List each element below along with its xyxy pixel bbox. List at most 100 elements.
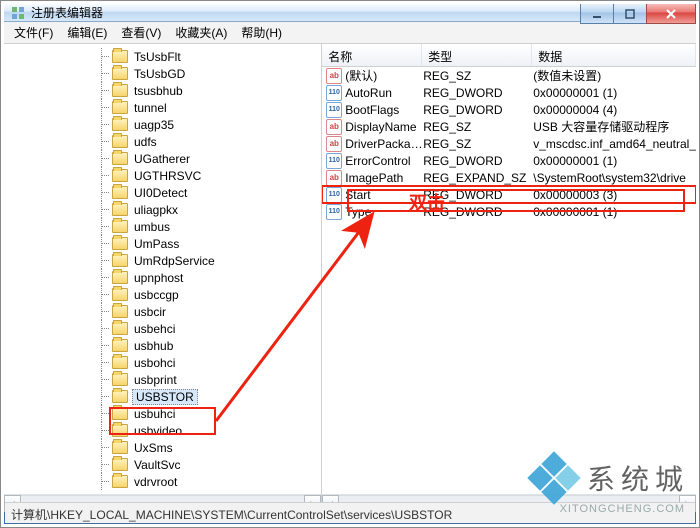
close-button[interactable]: [646, 4, 696, 24]
cell-type: REG_DWORD: [423, 86, 533, 100]
tree-item[interactable]: tunnel: [4, 99, 321, 116]
list-row[interactable]: TypeREG_DWORD0x00000001 (1): [322, 203, 696, 220]
column-header-data[interactable]: 数据: [532, 44, 696, 66]
titlebar[interactable]: 注册表编辑器: [4, 4, 696, 22]
menu-item[interactable]: 收藏夹(A): [169, 22, 233, 43]
cell-type: REG_DWORD: [423, 205, 533, 219]
folder-icon: [112, 220, 128, 233]
string-value-icon: [326, 68, 342, 84]
list-row[interactable]: DriverPackageIdREG_SZv_mscdsc.inf_amd64_…: [322, 135, 696, 152]
folder-icon: [112, 203, 128, 216]
cell-data: 0x00000001 (1): [533, 154, 696, 168]
tree-label: upnphost: [132, 270, 187, 285]
tree-item[interactable]: uliagpkx: [4, 201, 321, 218]
menu-item[interactable]: 文件(F): [8, 22, 59, 43]
list-row[interactable]: ImagePathREG_EXPAND_SZ\SystemRoot\system…: [322, 169, 696, 186]
folder-icon: [112, 475, 128, 488]
tree-item[interactable]: usbehci: [4, 320, 321, 337]
tree-item[interactable]: usbccgp: [4, 286, 321, 303]
tree-label: umbus: [132, 219, 174, 234]
tree-label: udfs: [132, 134, 161, 149]
cell-data: USB 大容量存储驱动程序: [533, 118, 696, 135]
cell-type: REG_SZ: [423, 69, 533, 83]
tree-item[interactable]: TsUsbFlt: [4, 48, 321, 65]
window-inner: 注册表编辑器 文件(F)编辑(E)查看(V)收藏夹(A)帮助(H) TsUsbF…: [4, 4, 696, 502]
tree-item[interactable]: UGTHRSVC: [4, 167, 321, 184]
list-row[interactable]: (默认)REG_SZ(数值未设置): [322, 67, 696, 84]
tree-item[interactable]: TsUsbGD: [4, 65, 321, 82]
tree-label: UGatherer: [132, 151, 194, 166]
tree-pane: TsUsbFltTsUsbGDtsusbhubtunneluagp35udfs U…: [4, 44, 322, 511]
cell-data: v_mscdsc.inf_amd64_neutral_: [533, 137, 696, 151]
tree-label: UI0Detect: [132, 185, 191, 200]
tree-view[interactable]: TsUsbFltTsUsbGDtsusbhubtunneluagp35udfs U…: [4, 44, 321, 494]
list-row[interactable]: StartREG_DWORD0x00000003 (3): [322, 186, 696, 203]
maximize-button[interactable]: [613, 4, 647, 24]
folder-icon: [112, 67, 128, 80]
tree-label: usbvideo: [132, 423, 186, 438]
folder-icon: [112, 356, 128, 369]
tree-label: USBSTOR: [132, 389, 198, 405]
folder-icon: [112, 424, 128, 437]
column-header-name[interactable]: 名称: [322, 44, 422, 66]
tree-item[interactable]: upnphost: [4, 269, 321, 286]
string-value-icon: [326, 119, 342, 135]
folder-icon: [112, 237, 128, 250]
tree-item[interactable]: umbus: [4, 218, 321, 235]
tree-item[interactable]: VaultSvc: [4, 456, 321, 473]
folder-icon: [112, 322, 128, 335]
tree-item[interactable]: usbprint: [4, 371, 321, 388]
client-area: TsUsbFltTsUsbGDtsusbhubtunneluagp35udfs U…: [4, 44, 696, 511]
tree-label: uliagpkx: [132, 202, 182, 217]
folder-icon: [112, 288, 128, 301]
app-window: 注册表编辑器 文件(F)编辑(E)查看(V)收藏夹(A)帮助(H) TsUsbF…: [0, 0, 700, 528]
cell-type: REG_DWORD: [423, 103, 533, 117]
cell-data: 0x00000001 (1): [533, 205, 696, 219]
tree-item[interactable]: usbuhci: [4, 405, 321, 422]
cell-data: 0x00000001 (1): [533, 86, 696, 100]
statusbar-path: 计算机\HKEY_LOCAL_MACHINE\SYSTEM\CurrentCon…: [11, 508, 452, 522]
tree-item[interactable]: UmPass: [4, 235, 321, 252]
tree-item[interactable]: usbvideo: [4, 422, 321, 439]
cell-type: REG_SZ: [423, 137, 533, 151]
dword-value-icon: [326, 102, 342, 118]
tree-item[interactable]: UI0Detect: [4, 184, 321, 201]
tree-label: tunnel: [132, 100, 171, 115]
folder-icon: [112, 271, 128, 284]
menu-item[interactable]: 查看(V): [115, 22, 167, 43]
list-view[interactable]: (默认)REG_SZ(数值未设置)AutoRunREG_DWORD0x00000…: [322, 67, 696, 494]
dword-value-icon: [326, 204, 342, 220]
cell-name: DriverPackageId: [345, 137, 423, 151]
dword-value-icon: [326, 85, 342, 101]
tree-item[interactable]: UxSms: [4, 439, 321, 456]
menubar: 文件(F)编辑(E)查看(V)收藏夹(A)帮助(H): [4, 22, 696, 44]
menu-item[interactable]: 编辑(E): [61, 22, 113, 43]
tree-item[interactable]: UmRdpService: [4, 252, 321, 269]
list-header: 名称 类型 数据: [322, 44, 696, 67]
tree-item[interactable]: udfs: [4, 133, 321, 150]
column-header-type[interactable]: 类型: [422, 44, 532, 66]
tree-item[interactable]: usbhub: [4, 337, 321, 354]
tree-item[interactable]: tsusbhub: [4, 82, 321, 99]
list-row[interactable]: AutoRunREG_DWORD0x00000001 (1): [322, 84, 696, 101]
folder-icon: [112, 101, 128, 114]
tree-item[interactable]: usbohci: [4, 354, 321, 371]
tree-item[interactable]: usbcir: [4, 303, 321, 320]
folder-icon: [112, 84, 128, 97]
tree-item[interactable]: uagp35: [4, 116, 321, 133]
tree-item[interactable]: USBSTOR: [4, 388, 321, 405]
list-row[interactable]: DisplayNameREG_SZUSB 大容量存储驱动程序: [322, 118, 696, 135]
folder-icon: [112, 458, 128, 471]
tree-item[interactable]: vdrvroot: [4, 473, 321, 490]
minimize-button[interactable]: [580, 4, 614, 24]
menu-item[interactable]: 帮助(H): [235, 22, 288, 43]
folder-icon: [112, 254, 128, 267]
tree-label: UxSms: [132, 440, 177, 455]
tree-label: TsUsbGD: [132, 66, 189, 81]
tree-item[interactable]: UGatherer: [4, 150, 321, 167]
list-row[interactable]: ErrorControlREG_DWORD0x00000001 (1): [322, 152, 696, 169]
folder-icon: [112, 50, 128, 63]
dword-value-icon: [326, 187, 342, 203]
list-row[interactable]: BootFlagsREG_DWORD0x00000004 (4): [322, 101, 696, 118]
cell-data: \SystemRoot\system32\drive: [533, 171, 696, 185]
